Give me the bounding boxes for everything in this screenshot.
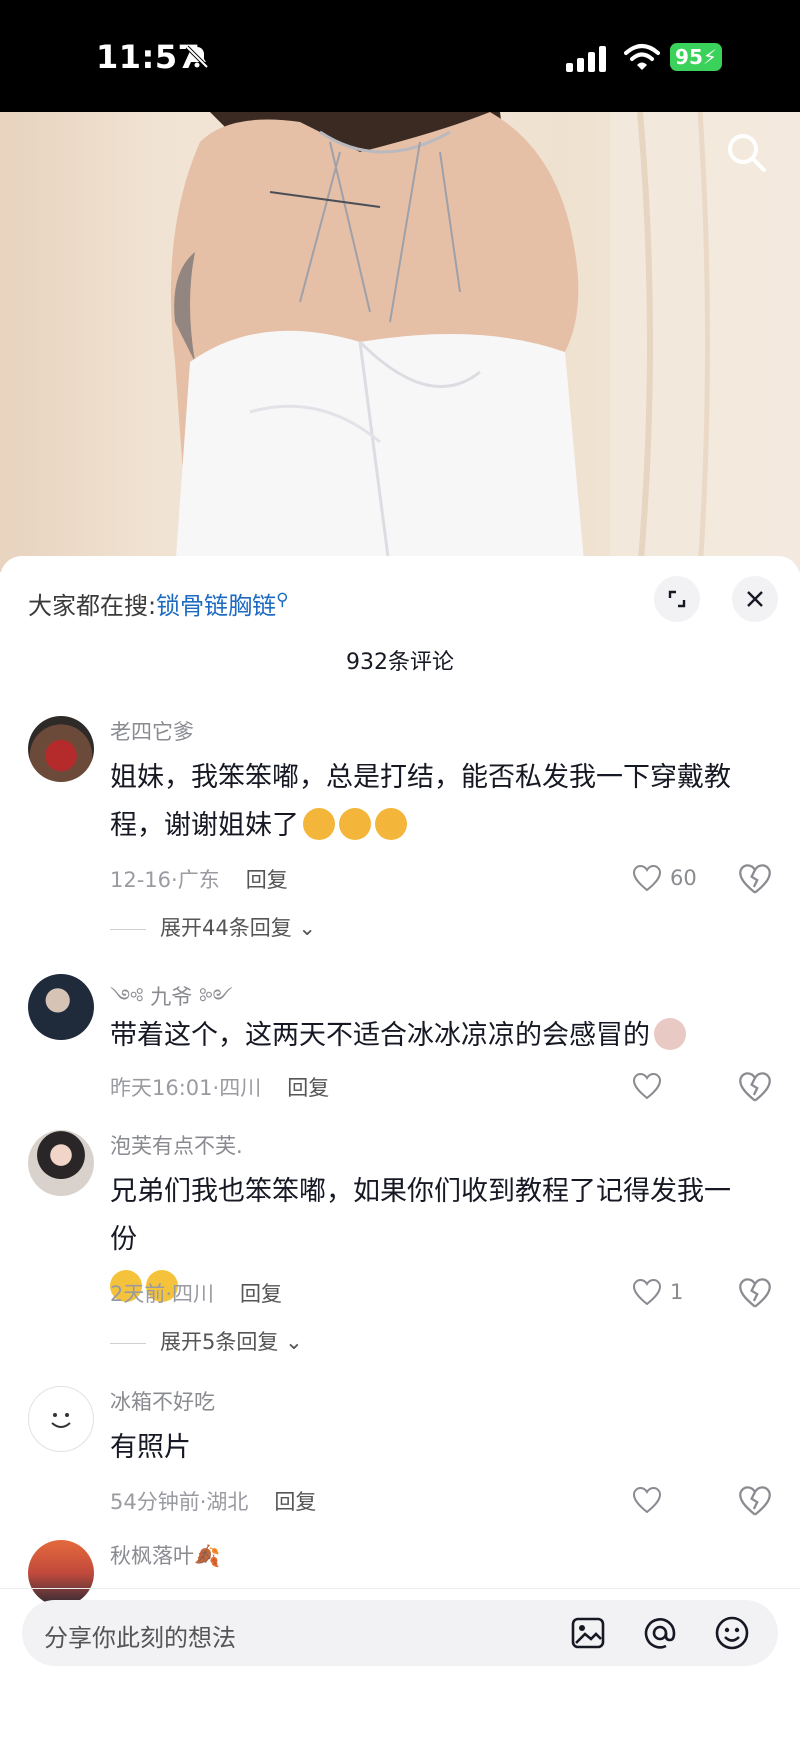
chevron-down-icon: ⌄ (298, 916, 317, 940)
expand-replies-label: 展开44条回复 (160, 916, 292, 940)
comment-text-body: 兄弟们我也笨笨嘟，如果你们收到教程了记得发我一份 (110, 1176, 731, 1255)
smiley-avatar-icon (51, 1413, 71, 1428)
search-suggestion-keyword[interactable]: 锁骨链胸链 (156, 592, 276, 620)
search-icon[interactable] (724, 130, 768, 174)
reply-button[interactable]: 回复 (287, 1076, 329, 1100)
expand-replies-button[interactable]: 展开44条回复 ⌄ (110, 912, 316, 942)
at-icon[interactable] (642, 1615, 678, 1651)
mini-search-icon: ⚲ (276, 590, 289, 610)
divider (110, 1342, 146, 1344)
like-button[interactable]: 1 (632, 1276, 722, 1310)
broken-heart-icon[interactable] (738, 862, 772, 896)
like-button[interactable] (632, 1070, 722, 1104)
avatar[interactable] (28, 974, 94, 1040)
expand-replies-label: 展开5条回复 (160, 1330, 279, 1354)
heart-icon (632, 1486, 662, 1514)
hug-emoji-icon (339, 807, 371, 840)
comment-text: 有照片 (110, 1432, 191, 1463)
expand-replies-button[interactable]: 展开5条回复 ⌄ (110, 1326, 303, 1356)
comment-username-text: 秋枫落叶 (110, 1544, 194, 1568)
search-suggestion[interactable]: 大家都在搜:锁骨链胸链⚲ (28, 586, 289, 621)
emoji-icon[interactable] (714, 1615, 750, 1651)
avatar[interactable] (28, 1540, 94, 1606)
broken-heart-icon[interactable] (738, 1276, 772, 1310)
broken-heart-icon[interactable] (738, 1484, 772, 1518)
like-count: 60 (670, 866, 697, 890)
expand-button[interactable] (654, 576, 700, 622)
comment-meta: 昨天16:01·四川 回复 (110, 1072, 329, 1102)
expand-icon (668, 590, 686, 608)
signal-icon (566, 46, 606, 72)
divider (110, 928, 146, 930)
avatar[interactable] (28, 716, 94, 782)
comment-username-text: 九爷 (150, 985, 193, 1009)
comment-text: 带着这个，这两天不适合冰冰凉凉的会感冒的 (110, 1012, 750, 1060)
post-image[interactable] (0, 112, 800, 572)
comment-date: 54分钟前·湖北 (110, 1490, 249, 1514)
mute-bell-icon (185, 45, 209, 69)
post-photo (170, 112, 800, 572)
comment-username[interactable]: 老四它爹 (110, 716, 194, 746)
comment-date: 12-16·广东 (110, 868, 220, 892)
comment-date: 2天前·四川 (110, 1282, 215, 1306)
comment-sheet: 大家都在搜:锁骨链胸链⚲ 932条评论 老四它爹 姐妹，我笨笨嘟，总是打结，能否… (0, 556, 800, 1738)
comment-input-placeholder: 分享你此刻的想法 (44, 1624, 236, 1652)
leaf-icon: 🍂 (194, 1544, 221, 1568)
status-bar: 11:57 95⚡ (0, 0, 800, 112)
comment-count: 932条评论 (346, 650, 454, 675)
avatar[interactable] (28, 1130, 94, 1196)
comment-date: 昨天16:01·四川 (110, 1076, 262, 1100)
comment-meta: 12-16·广东 回复 (110, 864, 288, 894)
comment-username[interactable]: 泡芙有点不芙. (110, 1130, 243, 1160)
heart-icon (632, 1072, 662, 1100)
hug-emoji-icon (303, 807, 335, 840)
close-icon (747, 591, 763, 607)
like-button[interactable] (632, 1484, 722, 1518)
comment-meta: 54分钟前·湖北 回复 (110, 1486, 316, 1516)
image-icon[interactable] (570, 1615, 606, 1651)
heart-icon (632, 1278, 662, 1306)
avatar[interactable] (28, 1386, 94, 1452)
chevron-down-icon: ⌄ (285, 1330, 303, 1354)
reply-button[interactable]: 回复 (274, 1490, 316, 1514)
divider (0, 1588, 800, 1589)
like-button[interactable]: 60 (632, 862, 722, 896)
wifi-icon (624, 44, 660, 70)
comment-text-body: 带着这个，这两天不适合冰冰凉凉的会感冒的 (110, 1020, 650, 1051)
comment-meta: 2天前·四川 回复 (110, 1278, 282, 1308)
comment-text: 姐妹，我笨笨嘟，总是打结，能否私发我一下穿戴教程，谢谢姐妹了 (110, 754, 750, 850)
search-suggestion-prefix: 大家都在搜: (28, 592, 157, 620)
hug-emoji-icon (375, 807, 407, 840)
cat-emoji-icon (654, 1017, 686, 1050)
like-count: 1 (670, 1280, 684, 1304)
broken-heart-icon[interactable] (738, 1070, 772, 1104)
comment-username[interactable]: 冰箱不好吃 (110, 1386, 215, 1416)
comment-text-body: 姐妹，我笨笨嘟，总是打结，能否私发我一下穿戴教程，谢谢姐妹了 (110, 762, 731, 841)
battery-indicator: 95⚡ (670, 43, 722, 71)
close-button[interactable] (732, 576, 778, 622)
heart-icon (632, 864, 662, 892)
comment-username[interactable]: 秋枫落叶🍂 (110, 1540, 220, 1570)
comment-input[interactable]: 分享你此刻的想法 (22, 1600, 778, 1666)
reply-button[interactable]: 回复 (246, 868, 288, 892)
reply-button[interactable]: 回复 (240, 1282, 282, 1306)
